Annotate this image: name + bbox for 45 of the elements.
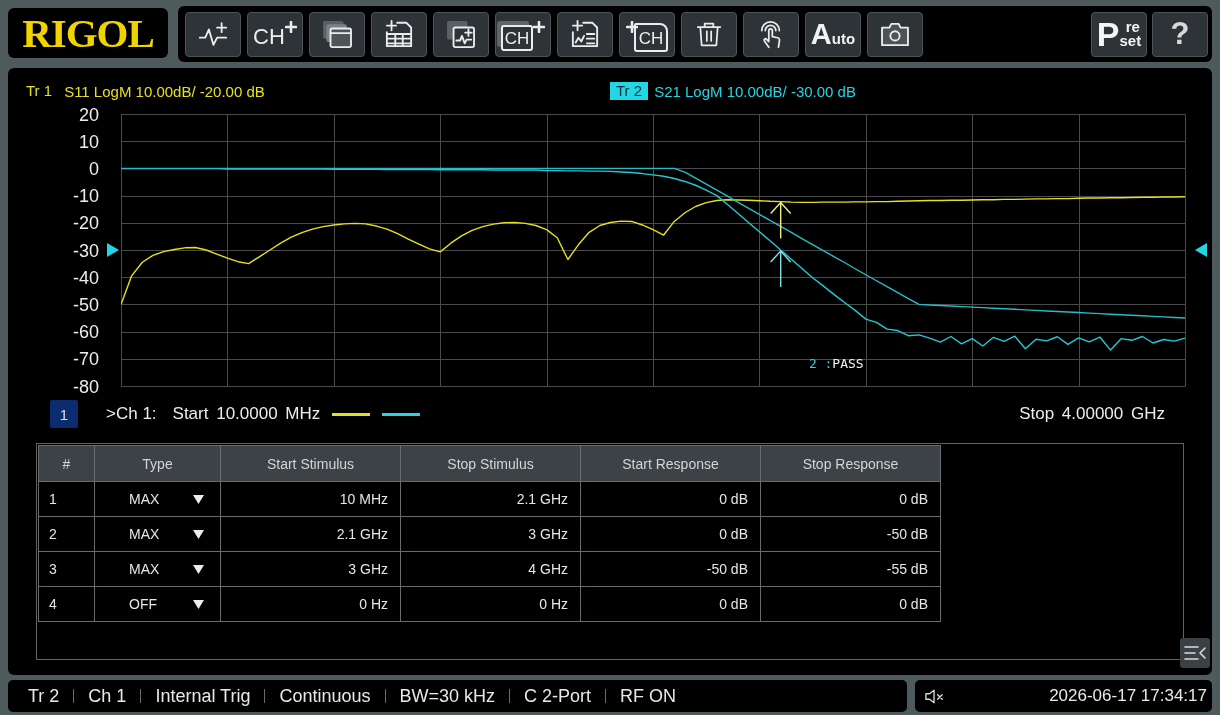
table-cell: 0 dB xyxy=(580,586,761,622)
axis-label: -60 xyxy=(73,322,99,343)
axis-label: 0 xyxy=(89,158,99,179)
table-cell: 2.1 GHz xyxy=(400,481,581,517)
table-cell: -55 dB xyxy=(760,551,941,587)
column-header: Type xyxy=(94,445,221,482)
stop-frequency: Stop 4.00000 GHz xyxy=(1019,404,1165,424)
start-frequency: Start 10.0000 MHz xyxy=(172,404,321,424)
table-cell: 0 dB xyxy=(760,586,941,622)
table-cell: 3 GHz xyxy=(220,551,401,587)
column-header: Stop Response xyxy=(760,445,941,482)
table-cell: 0 dB xyxy=(580,516,761,552)
trace-description: S21 LogM 10.00dB/ -30.00 dB xyxy=(654,82,856,100)
table-cell: 2 xyxy=(38,516,95,552)
axis-label: -70 xyxy=(73,349,99,370)
column-header: Start Stimulus xyxy=(220,445,401,482)
table-cell: 0 dB xyxy=(760,481,941,517)
table-cell: 3 GHz xyxy=(400,516,581,552)
table-cell: 4 xyxy=(38,586,95,622)
logo: RIGOL xyxy=(8,8,168,58)
limit-test-result: 2 :PASS xyxy=(808,355,864,371)
table-cell: 0 Hz xyxy=(400,586,581,622)
axis-label: -50 xyxy=(73,294,99,315)
axis-label: -80 xyxy=(73,376,99,397)
axis-label: -30 xyxy=(73,240,99,261)
column-header: Start Response xyxy=(580,445,761,482)
axis-label: -40 xyxy=(73,267,99,288)
table-cell: 0 Hz xyxy=(220,586,401,622)
table-cell: -50 dB xyxy=(760,516,941,552)
table-cell: 2.1 GHz xyxy=(220,516,401,552)
trace-description: S11 LogM 10.00dB/ -20.00 dB xyxy=(64,82,265,100)
table-cell: 10 MHz xyxy=(220,481,401,517)
table-cell: 4 GHz xyxy=(400,551,581,587)
axis-label: -10 xyxy=(73,186,99,207)
table-cell: 1 xyxy=(38,481,95,517)
column-header: Stop Stimulus xyxy=(400,445,581,482)
axis-label: 20 xyxy=(78,104,99,125)
table-cell: 3 xyxy=(38,551,95,587)
table-cell: -50 dB xyxy=(580,551,761,587)
axis-label: -20 xyxy=(73,213,99,234)
table-cell: 0 dB xyxy=(580,481,761,517)
axis-label: 10 xyxy=(78,131,99,152)
column-header: # xyxy=(38,445,95,482)
channel-label: >Ch 1: xyxy=(106,404,157,424)
date-time: 2026-06-17 17:34:17 xyxy=(1049,686,1207,706)
